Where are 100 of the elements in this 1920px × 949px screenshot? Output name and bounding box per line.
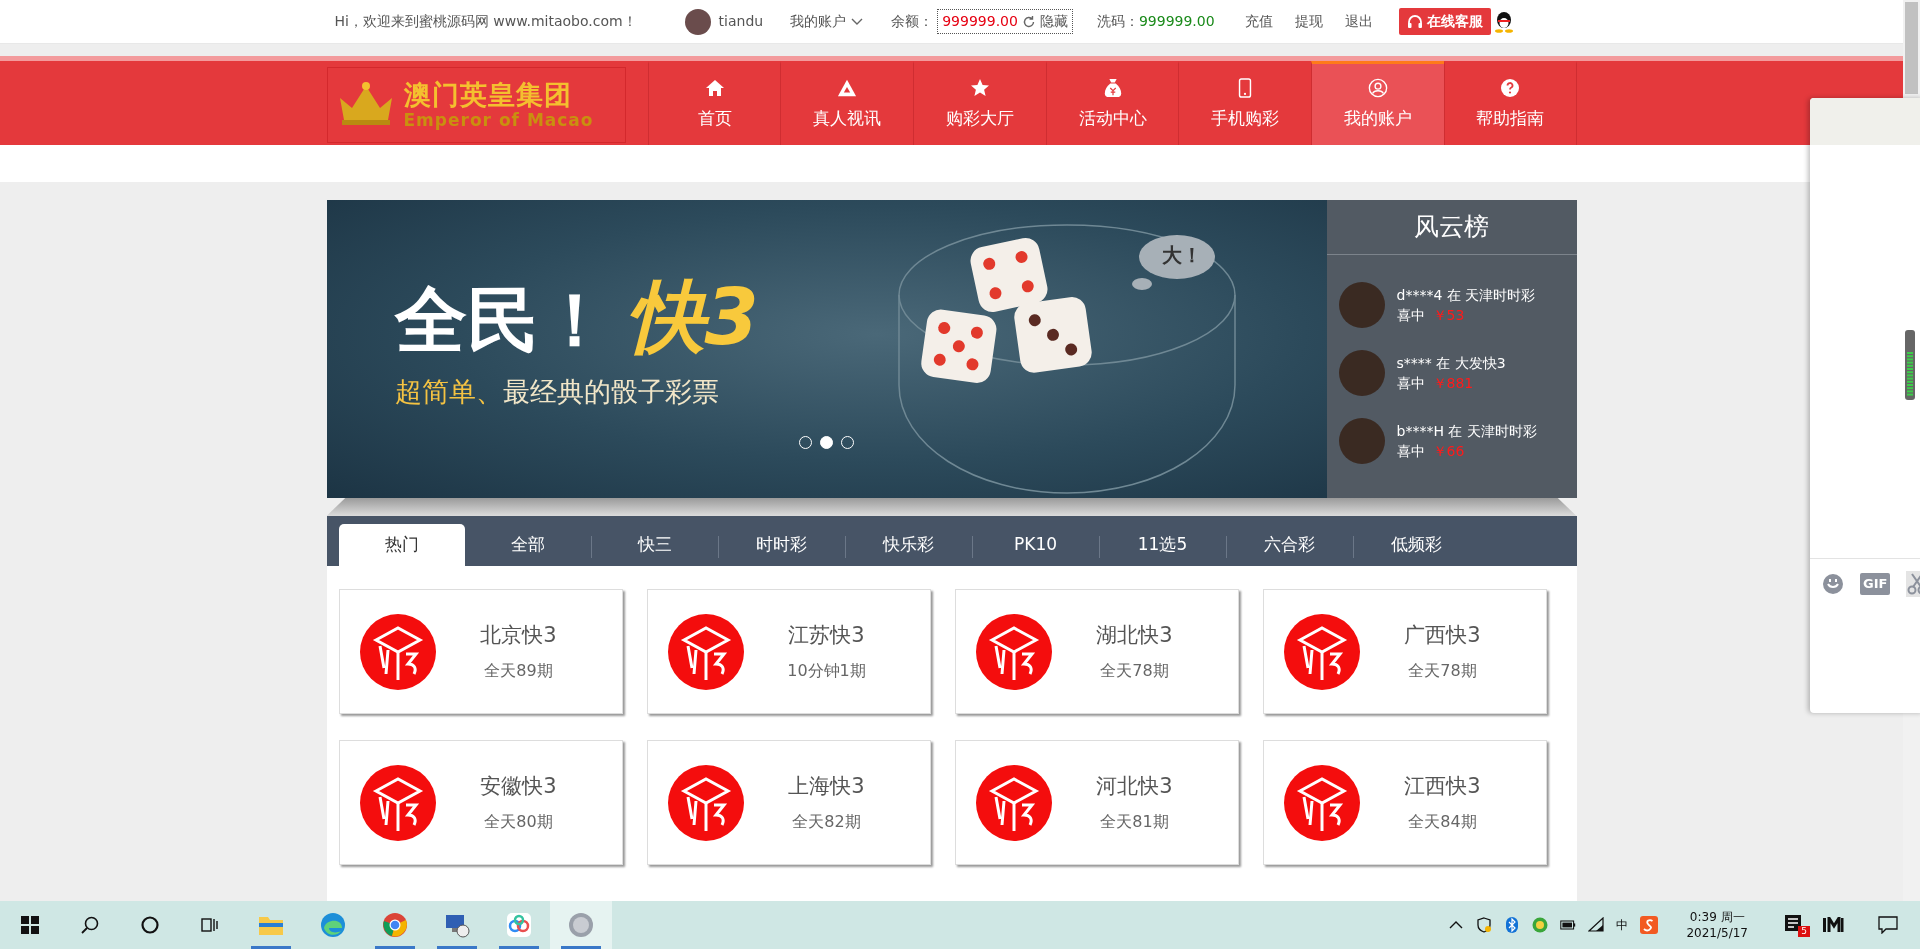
game-schedule: 全天84期	[1408, 811, 1477, 834]
wash-value: 999999.00	[1138, 12, 1215, 31]
help-icon	[1500, 77, 1521, 98]
game-card[interactable]: 江苏快3 10分钟1期	[646, 589, 931, 714]
logo-title: 澳门英皇集团	[403, 81, 573, 108]
game-card[interactable]: 广西快3 全天78期	[1262, 589, 1547, 714]
game-schedule: 全天89期	[484, 660, 553, 683]
dice-logo-icon	[1283, 764, 1360, 841]
smiley-icon[interactable]	[1822, 573, 1844, 595]
banner-subtitle: 最经典的骰子彩票	[502, 375, 719, 409]
game-name: 江苏快3	[788, 621, 865, 649]
prize-amount: ￥53	[1432, 306, 1465, 325]
game-schedule: 全天78期	[1100, 660, 1169, 683]
volume-meter-icon	[1905, 330, 1915, 400]
game-tab[interactable]: 全部	[464, 524, 591, 566]
top-link[interactable]: 充值	[1244, 11, 1273, 32]
game-schedule: 10分钟1期	[787, 660, 866, 683]
battery-icon[interactable]	[1560, 917, 1577, 933]
game-tab[interactable]: 时时彩	[718, 524, 845, 566]
won-label: 喜中	[1396, 374, 1425, 393]
refresh-icon[interactable]	[1021, 14, 1036, 29]
game-card[interactable]: 安徽快3 全天80期	[338, 740, 623, 865]
scrollbar-thumb[interactable]	[1905, 2, 1918, 94]
prize-amount: ￥66	[1432, 442, 1465, 461]
game-card[interactable]: 北京快3 全天89期	[338, 589, 623, 714]
monitor-icon	[444, 912, 470, 938]
wave-circle-icon	[320, 912, 346, 938]
game-name: 上海快3	[788, 772, 865, 800]
game-tab[interactable]: 快乐彩	[845, 524, 972, 566]
user-icon	[1368, 77, 1388, 98]
game-tab[interactable]: 低频彩	[1353, 524, 1480, 566]
game-card[interactable]: 河北快3 全天81期	[954, 740, 1239, 865]
shield-icon[interactable]	[1476, 917, 1493, 933]
round-app-icon	[568, 912, 594, 938]
clock-date: 2021/5/17	[1686, 925, 1748, 942]
clock-time: 0:39 周一	[1688, 908, 1746, 925]
dice-logo-icon	[359, 613, 436, 690]
online-service-button[interactable]: 在线客服	[1398, 8, 1491, 35]
game-schedule: 全天78期	[1408, 660, 1477, 683]
notification-badge: 5	[1798, 925, 1810, 937]
game-tab[interactable]: 快三	[591, 524, 718, 566]
game-tab[interactable]: 11选5	[1099, 524, 1226, 566]
bars-icon[interactable]	[1822, 917, 1844, 933]
start-icon	[21, 916, 39, 934]
star-icon	[969, 77, 990, 98]
game-name: 江西快3	[1404, 772, 1481, 800]
prize-amount: ￥881	[1432, 374, 1474, 393]
task-view-icon	[201, 916, 219, 934]
top-link[interactable]: 退出	[1344, 11, 1373, 32]
game-schedule: 全天81期	[1100, 811, 1169, 834]
nav-tab[interactable]: 我的账户	[1311, 61, 1444, 145]
leaderboard-title: 风云榜	[1414, 211, 1489, 244]
avatar-circle	[1338, 350, 1385, 396]
notification-button[interactable]: 5	[1784, 913, 1810, 937]
input-language-indicator[interactable]: 中	[1616, 916, 1629, 934]
game-schedule: 全天80期	[484, 811, 553, 834]
welcome-text: Hi，欢迎来到蜜桃源码网 www.mitaobo.com！	[334, 12, 637, 31]
game-tab[interactable]: PK10	[972, 524, 1099, 566]
game-card[interactable]: 上海快3 全天82期	[646, 740, 931, 865]
dice-logo-icon	[975, 613, 1052, 690]
username-link[interactable]: tiandu	[718, 11, 764, 32]
cloud-icon	[506, 912, 532, 938]
carousel-dot[interactable]	[819, 436, 833, 449]
taskbar-clock[interactable]: 0:39 周一 2021/5/17	[1686, 908, 1748, 942]
input-method-icon[interactable]	[1640, 916, 1659, 934]
home-icon	[704, 77, 725, 98]
winner-text: d****4 在 天津时时彩	[1396, 285, 1536, 305]
notes-icon	[1784, 913, 1802, 932]
game-name: 北京快3	[480, 621, 557, 649]
balance-value: 999999.00	[942, 12, 1018, 31]
taskbar-app[interactable]	[550, 901, 612, 949]
banner-subtitle-highlight: 超简单、	[394, 375, 503, 409]
headset-icon	[1406, 13, 1423, 30]
won-label: 喜中	[1396, 306, 1425, 325]
wash-label: 洗码：	[1096, 12, 1139, 31]
game-schedule: 全天82期	[792, 811, 861, 834]
account-menu[interactable]: 我的账户	[790, 11, 864, 32]
dice-logo-icon	[359, 764, 436, 841]
game-tab[interactable]: 六合彩	[1226, 524, 1353, 566]
game-tab[interactable]: 热门	[338, 524, 465, 566]
speech-bubble-text: 大！	[1161, 242, 1202, 269]
game-card[interactable]: 江西快3 全天84期	[1262, 740, 1547, 865]
bluetooth-icon[interactable]	[1504, 917, 1521, 933]
banner-headline: 全民！	[394, 284, 611, 356]
chat-icon[interactable]	[1878, 916, 1898, 934]
game-name: 湖北快3	[1096, 621, 1173, 649]
chevron-down-icon	[851, 17, 864, 26]
dice-logo-icon	[667, 613, 744, 690]
signal-icon[interactable]	[1588, 917, 1605, 933]
circle-icon	[141, 916, 159, 934]
dice-logo-icon	[1283, 613, 1360, 690]
top-link[interactable]: 提现	[1294, 11, 1323, 32]
logo-subtitle: Emperor of Macao	[403, 112, 594, 129]
hide-link[interactable]: 隐藏	[1039, 11, 1068, 32]
game-name: 河北快3	[1096, 772, 1173, 800]
avatar-circle	[1338, 282, 1385, 328]
penguin-icon[interactable]	[1493, 10, 1514, 33]
winner-text: s**** 在 大发快3	[1396, 353, 1506, 373]
game-card[interactable]: 湖北快3 全天78期	[954, 589, 1239, 714]
money-bag-icon	[1102, 77, 1123, 98]
